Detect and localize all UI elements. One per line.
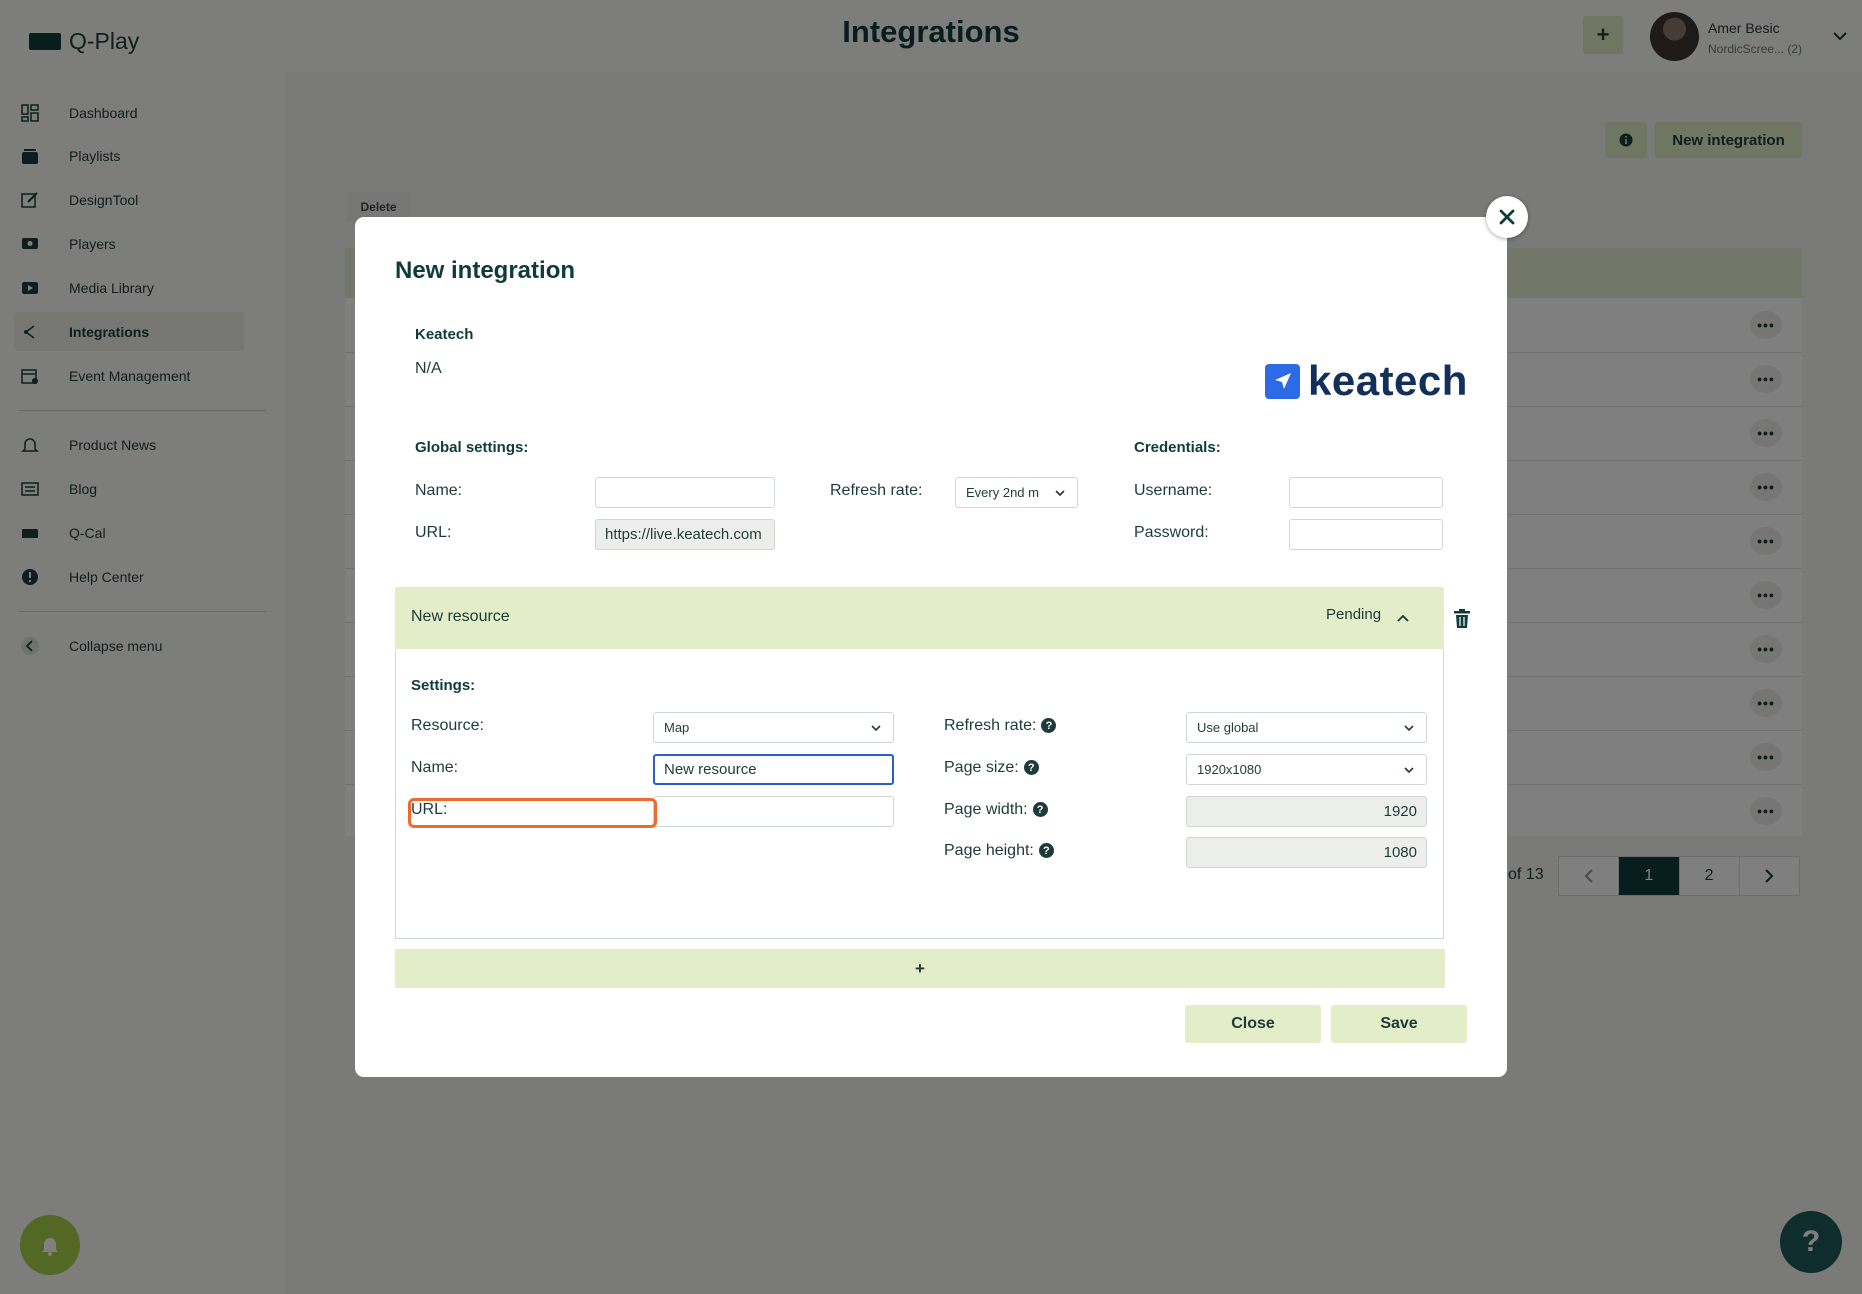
password-label: Password:: [1134, 524, 1209, 541]
page-height-label-text: Page height:: [944, 842, 1034, 859]
page-size-select[interactable]: 1920x1080: [1186, 754, 1427, 785]
resource-settings-panel: [395, 649, 1444, 939]
page-size-label: Page size:?: [944, 759, 1039, 777]
resource-refresh-label: Refresh rate:?: [944, 717, 1057, 735]
help-tooltip-icon[interactable]: ?: [1038, 843, 1054, 859]
resource-label: Resource:: [411, 717, 484, 734]
close-button[interactable]: Close: [1185, 1005, 1321, 1043]
resource-url-input[interactable]: [653, 796, 894, 827]
new-integration-modal: New integration Keatech N/A keatech Glob…: [355, 217, 1507, 1077]
resource-refresh-value: Use global: [1197, 720, 1259, 735]
url-field-highlight: [408, 798, 657, 828]
page-width-label: Page width:?: [944, 801, 1048, 819]
resource-select[interactable]: Map: [653, 712, 894, 743]
modal-close-button[interactable]: [1486, 196, 1528, 238]
close-icon: [1499, 209, 1515, 225]
global-name-label: Name:: [415, 482, 463, 499]
resource-refresh-label-text: Refresh rate:: [944, 717, 1037, 734]
global-refresh-select[interactable]: Every 2nd m: [955, 477, 1078, 508]
save-button[interactable]: Save: [1331, 1005, 1467, 1043]
chevron-down-icon: [1055, 489, 1065, 496]
resource-name-label: Name:: [411, 759, 459, 776]
help-tooltip-icon[interactable]: ?: [1032, 802, 1048, 818]
page-size-label-text: Page size:: [944, 759, 1019, 776]
resource-refresh-select[interactable]: Use global: [1186, 712, 1427, 743]
global-url-label: URL:: [415, 524, 452, 541]
page-width-label-text: Page width:: [944, 801, 1028, 818]
resource-name-input[interactable]: New resource: [653, 754, 894, 785]
modal-title: New integration: [395, 257, 576, 284]
page-width-input[interactable]: 1920: [1186, 796, 1427, 827]
resource-accordion-header[interactable]: New resource Pending: [395, 587, 1444, 649]
password-input[interactable]: [1289, 519, 1443, 550]
global-refresh-value: Every 2nd m: [966, 485, 1039, 500]
chevron-up-icon[interactable]: [1395, 610, 1411, 626]
resource-title: New resource: [411, 608, 510, 625]
credentials-heading: Credentials:: [1134, 439, 1221, 456]
brand-text: keatech: [1308, 357, 1468, 404]
global-name-input[interactable]: [595, 477, 775, 508]
keatech-logo: keatech: [1265, 357, 1468, 405]
page-height-input[interactable]: 1080: [1186, 837, 1427, 868]
provider-name: Keatech: [415, 326, 474, 343]
global-refresh-label: Refresh rate:: [830, 482, 923, 499]
page-height-label: Page height:?: [944, 842, 1054, 860]
global-url-input[interactable]: https://live.keatech.com: [595, 519, 775, 550]
chevron-down-icon: [1404, 766, 1414, 773]
trash-icon[interactable]: [1453, 609, 1471, 629]
chevron-down-icon: [1404, 724, 1414, 731]
send-arrow-icon: [1265, 363, 1300, 399]
help-tooltip-icon[interactable]: ?: [1041, 718, 1057, 734]
provider-value: N/A: [415, 360, 442, 377]
add-resource-button[interactable]: +: [395, 949, 1445, 988]
page-size-value: 1920x1080: [1197, 762, 1262, 777]
resource-select-value: Map: [664, 720, 690, 735]
chevron-down-icon: [871, 724, 881, 731]
username-label: Username:: [1134, 482, 1213, 499]
help-tooltip-icon[interactable]: ?: [1023, 760, 1039, 776]
global-settings-heading: Global settings:: [415, 439, 529, 456]
username-input[interactable]: [1289, 477, 1443, 508]
resource-status: Pending: [1326, 606, 1382, 623]
settings-heading: Settings:: [411, 677, 476, 694]
